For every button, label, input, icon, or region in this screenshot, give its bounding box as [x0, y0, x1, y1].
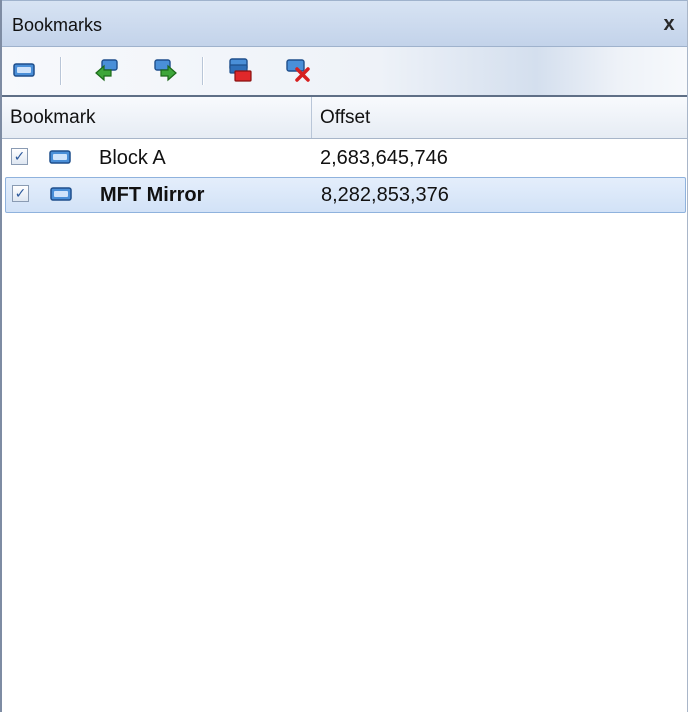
bookmark-icon [49, 150, 71, 164]
bookmark-row-selected[interactable]: ✓ MFT Mirror 8,282,853,376 [5, 177, 686, 213]
panel-title: Bookmarks [12, 15, 103, 35]
delete-bookmark-button[interactable] [224, 55, 256, 85]
bookmark-name: Block A [99, 147, 166, 169]
bookmark-row[interactable]: ✓ Block A 2,683,645,746 [2, 140, 687, 176]
clear-bookmarks-button[interactable] [282, 55, 314, 85]
bookmark-list: ✓ Block A 2,683,645,746 ✓ MFT Mirror 8,2… [2, 140, 687, 213]
previous-bookmark-button[interactable] [90, 55, 122, 85]
arrow-right-icon [154, 59, 177, 82]
bookmark-icon [13, 63, 35, 77]
bookmark-offset: 2,683,645,746 [320, 147, 448, 169]
bookmark-name: MFT Mirror [100, 184, 205, 206]
toolbar-separator [60, 57, 62, 85]
next-bookmark-button[interactable] [150, 55, 182, 85]
toolbar-separator [202, 57, 204, 85]
panel-titlebar: Bookmarks x [2, 0, 687, 47]
delete-icon [286, 59, 310, 82]
add-bookmark-button[interactable] [8, 55, 40, 85]
bookmark-icon [50, 187, 72, 201]
arrow-left-icon [95, 59, 118, 82]
bookmarks-panel: Bookmarks x Bookmark Offset ✓ Block A 2,… [0, 0, 688, 712]
remove-bookmark-icon [229, 58, 252, 82]
close-button[interactable]: x [659, 13, 679, 35]
toolbar [2, 47, 687, 97]
bookmark-checkbox[interactable]: ✓ [12, 185, 29, 202]
bookmark-offset: 8,282,853,376 [321, 184, 449, 206]
column-header-bookmark[interactable]: Bookmark [2, 97, 312, 138]
list-header: Bookmark Offset [2, 97, 687, 139]
bookmark-checkbox[interactable]: ✓ [11, 148, 28, 165]
column-header-offset[interactable]: Offset [312, 97, 688, 138]
